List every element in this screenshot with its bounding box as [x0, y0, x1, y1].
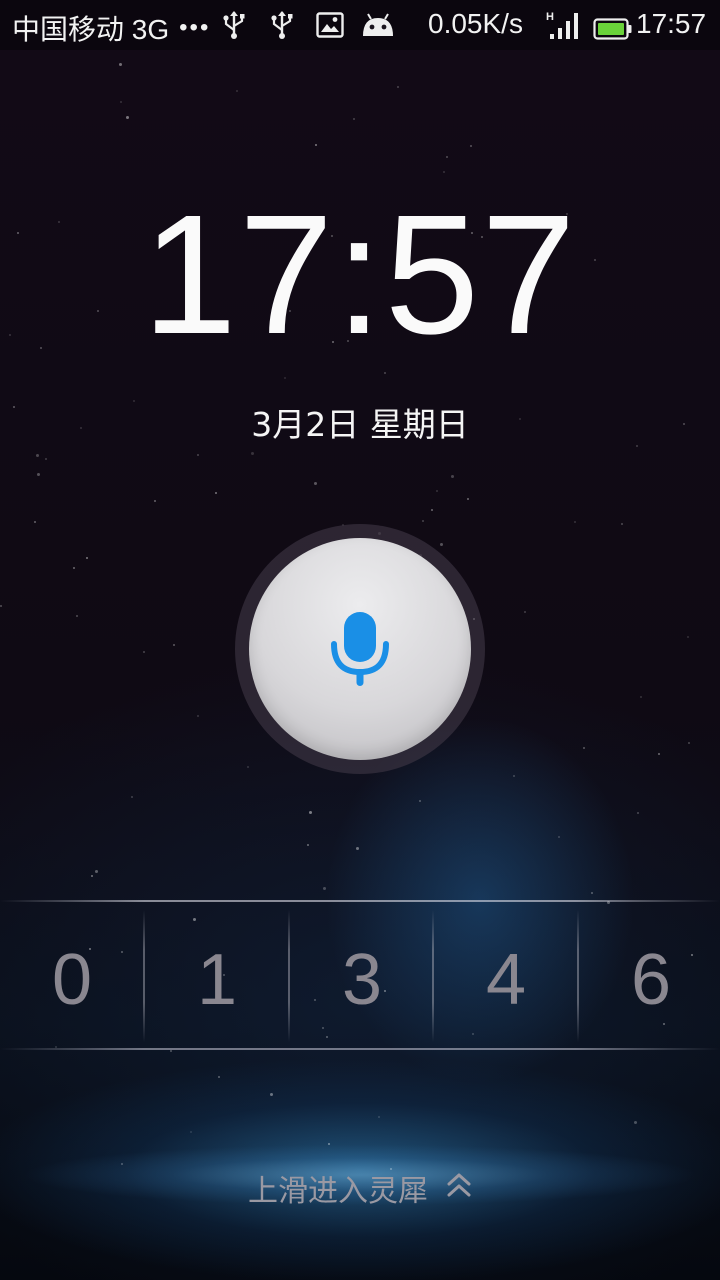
star [574, 521, 576, 523]
star [315, 144, 317, 146]
star [687, 636, 689, 638]
star [524, 611, 526, 613]
star [119, 63, 122, 66]
star [36, 454, 39, 457]
star [86, 557, 88, 559]
star [513, 775, 515, 777]
slide-up-hint[interactable]: 上滑进入灵犀 [0, 1166, 720, 1210]
image-icon [316, 12, 344, 45]
star [45, 458, 47, 460]
star [37, 473, 40, 476]
star [143, 651, 145, 653]
signal-icon: H [546, 10, 582, 40]
lockscreen-clock: 17:57 [142, 180, 578, 370]
network-speed: 0.05K/s [428, 8, 523, 39]
star [467, 498, 469, 500]
star [419, 800, 421, 802]
star [126, 116, 129, 119]
star [640, 696, 642, 698]
star [247, 766, 249, 768]
star [120, 101, 122, 103]
star [440, 543, 443, 546]
star [446, 156, 448, 158]
unlock-number-bar: 0 1 3 4 6 [0, 900, 720, 1050]
star [634, 1121, 637, 1124]
star [34, 521, 36, 523]
star [270, 1093, 273, 1096]
digit-key[interactable]: 3 [290, 940, 434, 1020]
star [197, 715, 199, 717]
star [436, 490, 438, 492]
android-icon [360, 10, 396, 45]
digit-key[interactable]: 1 [145, 940, 289, 1020]
star [173, 644, 175, 646]
star [443, 171, 445, 173]
star [91, 875, 93, 877]
star [431, 509, 433, 511]
digit-key[interactable]: 0 [0, 940, 144, 1020]
slide-up-label: 上滑进入灵犀 [248, 1174, 428, 1209]
status-time: 17:57 [636, 8, 707, 39]
star [621, 523, 623, 525]
star [397, 86, 399, 88]
star [197, 454, 199, 456]
star [558, 836, 560, 838]
star [637, 812, 639, 814]
star [154, 500, 156, 502]
star [95, 870, 98, 873]
star [309, 811, 312, 814]
voice-assistant-button[interactable] [249, 538, 471, 760]
star [190, 1131, 192, 1133]
digit-key[interactable]: 4 [434, 940, 578, 1020]
usb-icon [221, 10, 247, 47]
digit-key[interactable]: 6 [579, 940, 720, 1020]
svg-text:H: H [546, 11, 554, 23]
star [236, 90, 238, 92]
star [591, 892, 593, 894]
more-notifications-indicator: ••• [179, 14, 211, 41]
star [323, 887, 326, 890]
carrier-label: 中国移动 3G [12, 14, 170, 45]
star [307, 844, 309, 846]
star [170, 1050, 172, 1052]
microphone-icon [330, 610, 390, 692]
battery-icon [593, 15, 633, 47]
star [73, 567, 75, 569]
star [215, 492, 217, 494]
lockscreen-date: 3月2日 星期日 [251, 405, 469, 444]
star [451, 475, 454, 478]
star [470, 145, 472, 147]
number-bar-bottom-line [0, 1048, 720, 1050]
usb-icon [269, 10, 295, 47]
star [384, 372, 386, 374]
double-chevron-up-icon [446, 1171, 472, 1206]
star [76, 615, 78, 617]
star [658, 753, 660, 755]
star [131, 796, 133, 798]
star [284, 377, 286, 379]
star [378, 1116, 380, 1118]
star [218, 1076, 220, 1078]
star [356, 847, 359, 850]
star [583, 747, 585, 749]
star [121, 1163, 123, 1165]
status-bar: 中国移动 3G ••• 0.05K/s H 17:57 [0, 0, 720, 50]
star [251, 452, 254, 455]
star [688, 742, 690, 744]
star [353, 118, 355, 120]
star [314, 482, 317, 485]
star [328, 1143, 330, 1145]
star [0, 605, 2, 607]
number-bar-top-line [0, 900, 720, 902]
star [422, 520, 424, 522]
